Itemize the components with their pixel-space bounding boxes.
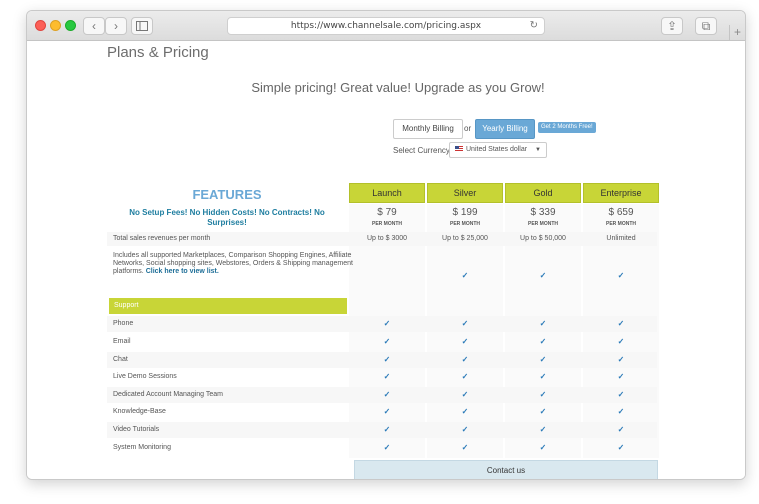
check-icon: ✓ <box>617 337 625 346</box>
check-icon: ✓ <box>539 271 547 280</box>
support-item-label: Knowledge-Base <box>113 408 166 415</box>
check-icon: ✓ <box>383 443 391 452</box>
check-icon: ✓ <box>461 355 469 364</box>
new-tab-icon[interactable]: + <box>729 25 745 41</box>
check-icon: ✓ <box>617 372 625 381</box>
check-icon: ✓ <box>461 372 469 381</box>
promo-badge: Get 2 Months Free! <box>538 122 596 133</box>
currency-select[interactable]: United States dollar ▼ <box>449 142 547 158</box>
check-icon: ✓ <box>461 271 469 280</box>
revenue-row-label: Total sales revenues per month <box>113 235 211 242</box>
revenue-launch: Up to $ 3000 <box>366 235 408 242</box>
check-icon: ✓ <box>617 319 625 328</box>
check-icon: ✓ <box>617 355 625 364</box>
revenue-silver: Up to $ 25,000 <box>442 235 488 242</box>
check-icon: ✓ <box>383 355 391 364</box>
us-flag-icon <box>455 146 463 152</box>
check-icon: ✓ <box>539 355 547 364</box>
check-icon: ✓ <box>617 407 625 416</box>
support-item-label: Live Demo Sessions <box>113 373 177 380</box>
check-icon: ✓ <box>539 319 547 328</box>
support-item-label: System Monitoring <box>113 444 171 451</box>
check-icon: ✓ <box>539 443 547 452</box>
plan-header-enterprise: Enterprise <box>583 183 659 203</box>
url-text: https://www.channelsale.com/pricing.aspx <box>290 21 482 31</box>
check-icon: ✓ <box>461 443 469 452</box>
share-icon[interactable]: ⇪ <box>661 17 683 35</box>
sidebar-toggle-icon[interactable] <box>131 17 153 35</box>
currency-value: United States dollar <box>466 146 528 153</box>
maximize-window-button[interactable] <box>65 20 76 31</box>
price-value: $ 659 <box>608 207 634 218</box>
currency-label: Select Currency <box>393 146 450 155</box>
forward-button[interactable]: › <box>105 17 127 35</box>
check-icon: ✓ <box>383 390 391 399</box>
check-icon: ✓ <box>383 337 391 346</box>
minimize-window-button[interactable] <box>50 20 61 31</box>
tabs-overview-icon[interactable]: ⧉ <box>695 17 717 35</box>
plan-header-silver: Silver <box>427 183 503 203</box>
check-icon: ✓ <box>461 337 469 346</box>
support-item-label: Dedicated Account Managing Team <box>113 391 223 398</box>
or-label: or <box>464 124 472 133</box>
check-icon: ✓ <box>539 390 547 399</box>
plan-price-silver: $ 199 PER MONTH <box>427 204 503 227</box>
browser-window: ‹ › https://www.channelsale.com/pricing.… <box>26 10 746 480</box>
price-value: $ 199 <box>452 207 478 218</box>
check-icon: ✓ <box>461 407 469 416</box>
plan-price-launch: $ 79 PER MONTH <box>349 204 425 227</box>
price-value: $ 79 <box>377 207 397 218</box>
check-icon: ✓ <box>617 443 625 452</box>
plan-header-gold: Gold <box>505 183 581 203</box>
page-title: Plans & Pricing <box>107 44 209 61</box>
no-fees-note: No Setup Fees! No Hidden Costs! No Contr… <box>129 208 325 227</box>
check-icon: ✓ <box>461 319 469 328</box>
check-icon: ✓ <box>539 372 547 381</box>
check-icon: ✓ <box>617 425 625 434</box>
back-button[interactable]: ‹ <box>83 17 105 35</box>
check-icon: ✓ <box>539 337 547 346</box>
tagline: Simple pricing! Great value! Upgrade as … <box>251 80 545 95</box>
price-period: PER MONTH <box>450 221 480 227</box>
plan-header-launch: Launch <box>349 183 425 203</box>
price-value: $ 339 <box>530 207 556 218</box>
monthly-billing-button[interactable]: Monthly Billing <box>393 119 463 139</box>
check-icon: ✓ <box>383 372 391 381</box>
support-item-label: Email <box>113 338 131 345</box>
check-icon: ✓ <box>539 425 547 434</box>
marketplaces-row-label: Includes all supported Marketplaces, Com… <box>113 252 353 276</box>
check-icon: ✓ <box>383 407 391 416</box>
check-icon: ✓ <box>461 390 469 399</box>
chevron-down-icon: ▼ <box>535 147 541 153</box>
close-window-button[interactable] <box>35 20 46 31</box>
yearly-billing-button[interactable]: Yearly Billing <box>475 119 535 139</box>
check-icon: ✓ <box>461 425 469 434</box>
support-item-label: Chat <box>113 356 128 363</box>
revenue-enterprise: Unlimited <box>606 235 636 242</box>
price-period: PER MONTH <box>528 221 558 227</box>
check-icon: ✓ <box>383 319 391 328</box>
revenue-gold: Up to $ 50,000 <box>520 235 566 242</box>
check-icon: ✓ <box>617 390 625 399</box>
check-icon: ✓ <box>383 425 391 434</box>
check-icon: ✓ <box>539 407 547 416</box>
browser-toolbar: ‹ › https://www.channelsale.com/pricing.… <box>27 11 745 41</box>
price-period: PER MONTH <box>606 221 636 227</box>
support-item-label: Video Tutorials <box>113 426 160 433</box>
features-heading: FEATURES <box>192 187 262 202</box>
check-icon: ✓ <box>617 271 625 280</box>
support-heading: Support <box>109 298 347 314</box>
price-period: PER MONTH <box>372 221 402 227</box>
reload-icon[interactable]: ↻ <box>530 18 538 34</box>
page-content: Plans & Pricing Simple pricing! Great va… <box>27 42 745 479</box>
plan-price-enterprise: $ 659 PER MONTH <box>583 204 659 227</box>
support-item-label: Phone <box>113 320 134 327</box>
view-list-link[interactable]: Click here to view list. <box>146 268 219 275</box>
plan-price-gold: $ 339 PER MONTH <box>505 204 581 227</box>
contact-us-button[interactable]: Contact us <box>354 460 658 479</box>
address-bar[interactable]: https://www.channelsale.com/pricing.aspx… <box>227 17 545 35</box>
